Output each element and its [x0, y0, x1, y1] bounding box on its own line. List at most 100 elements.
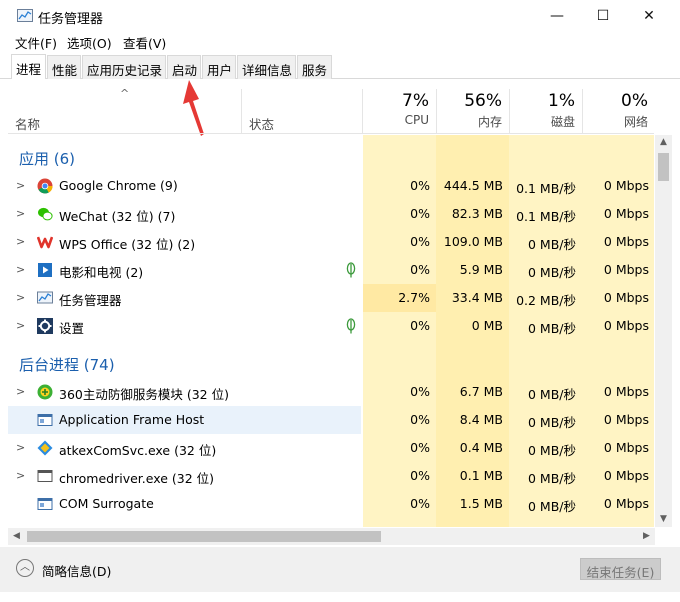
network-value: 0 Mbps [603, 318, 649, 333]
table-row[interactable]: > 设置 0% 0 MB 0 MB/秒 0 Mbps [8, 312, 654, 340]
group-header[interactable]: 应用 (6) [8, 143, 654, 171]
table-row[interactable]: > WeChat (32 位) (7) 0% 82.3 MB 0.1 MB/秒 … [8, 200, 654, 228]
expand-chevron-icon[interactable]: > [16, 319, 25, 332]
expand-chevron-icon[interactable]: > [16, 469, 25, 482]
cpu-value: 0% [410, 234, 430, 249]
tab-performance[interactable]: 性能 [47, 55, 81, 79]
tab-details[interactable]: 详细信息 [237, 55, 296, 79]
table-row[interactable]: COM Surrogate 0% 1.5 MB 0 MB/秒 0 Mbps [8, 490, 654, 518]
process-name: Google Chrome (9) [59, 178, 178, 193]
memory-value: 1.5 MB [459, 496, 503, 511]
disk-value: 0 MB/秒 [528, 265, 576, 280]
cpu-value: 0% [410, 318, 430, 333]
process-name: 电影和电视 (2) [59, 265, 144, 280]
expand-chevron-icon[interactable]: > [16, 441, 25, 454]
header-memory[interactable]: 56% 内存 [436, 89, 509, 134]
process-name: WeChat (32 位) (7) [59, 209, 176, 224]
scroll-left-icon[interactable]: ◀ [8, 528, 25, 545]
minimize-icon: — [550, 8, 564, 24]
tab-startup[interactable]: 启动 [167, 55, 201, 79]
network-value: 0 Mbps [603, 440, 649, 455]
memory-value: 6.7 MB [459, 384, 503, 399]
title-bar: 任务管理器 — ☐ ✕ [0, 0, 680, 32]
table-row[interactable]: Application Frame Host 0% 8.4 MB 0 MB/秒 … [8, 406, 654, 434]
scroll-right-icon[interactable]: ▶ [638, 528, 655, 545]
suspended-leaf-icon [346, 318, 356, 334]
group-label-background: 后台进程 (74) [19, 356, 115, 374]
expand-chevron-icon[interactable]: > [16, 179, 25, 192]
memory-value: 444.5 MB [443, 178, 503, 193]
disk-total-pct: 1% [548, 91, 575, 111]
column-header: ^ 名称 状态 7% CPU 56% 内存 1% 磁盘 0% 网络 [8, 87, 655, 134]
menu-options[interactable]: 选项(O) [67, 33, 112, 52]
tab-services[interactable]: 服务 [297, 55, 332, 79]
maximize-button[interactable]: ☐ [580, 0, 626, 32]
cpu-value: 0% [410, 178, 430, 193]
header-cpu[interactable]: 7% CPU [363, 89, 436, 134]
tab-app-history[interactable]: 应用历史记录 [82, 55, 166, 79]
close-button[interactable]: ✕ [626, 0, 672, 32]
network-value: 0 Mbps [603, 234, 649, 249]
network-value: 0 Mbps [603, 468, 649, 483]
expand-chevron-icon[interactable]: > [16, 235, 25, 248]
close-icon: ✕ [643, 8, 655, 24]
horizontal-scrollbar[interactable]: ◀ ▶ [8, 528, 655, 545]
scroll-up-icon[interactable]: ▲ [655, 135, 672, 151]
tab-users[interactable]: 用户 [202, 55, 236, 79]
task-manager-icon [37, 291, 53, 304]
memory-total-pct: 56% [464, 91, 502, 111]
memory-label: 内存 [477, 115, 502, 129]
disk-value: 0 MB/秒 [528, 415, 576, 430]
tab-processes[interactable]: 进程 [11, 54, 46, 79]
process-name: chromedriver.exe (32 位) [59, 471, 215, 486]
memory-value: 0 MB [471, 318, 503, 333]
menu-file[interactable]: 文件(F) [15, 33, 57, 52]
vertical-scroll-thumb[interactable] [658, 153, 669, 181]
vertical-scrollbar[interactable]: ▲ ▼ [655, 135, 672, 527]
maximize-icon: ☐ [596, 8, 610, 24]
table-row[interactable]: > WPS Office (32 位) (2) 0% 109.0 MB 0 MB… [8, 228, 654, 256]
group-header[interactable]: 后台进程 (74) [8, 349, 654, 377]
scroll-down-icon[interactable]: ▼ [655, 511, 672, 527]
disk-value: 0.2 MB/秒 [516, 293, 576, 308]
expand-chevron-icon[interactable]: > [16, 263, 25, 276]
horizontal-scroll-thumb[interactable] [27, 531, 381, 542]
network-label: 网络 [623, 115, 648, 129]
network-value: 0 Mbps [603, 384, 649, 399]
end-task-button[interactable]: 结束任务(E) [580, 558, 661, 580]
cpu-value: 0% [410, 206, 430, 221]
expand-chevron-icon[interactable]: > [16, 291, 25, 304]
cpu-label: CPU [404, 113, 429, 127]
cpu-value: 0% [410, 262, 430, 277]
console-icon [37, 470, 53, 482]
expand-chevron-icon[interactable]: > [16, 207, 25, 220]
header-status[interactable]: 状态 [249, 114, 274, 133]
menu-view[interactable]: 查看(V) [123, 33, 166, 52]
table-row[interactable]: > 任务管理器 2.7% 33.4 MB 0.2 MB/秒 0 Mbps [8, 284, 654, 312]
sort-ascending-icon[interactable]: ^ [120, 87, 129, 100]
table-row[interactable]: > 电影和电视 (2) 0% 5.9 MB 0 MB/秒 0 Mbps [8, 256, 654, 284]
table-row[interactable]: > 360主动防御服务模块 (32 位) 0% 6.7 MB 0 MB/秒 0 … [8, 378, 654, 406]
disk-value: 0 MB/秒 [528, 443, 576, 458]
header-disk[interactable]: 1% 磁盘 [509, 89, 582, 134]
process-name: WPS Office (32 位) (2) [59, 237, 196, 252]
memory-value: 82.3 MB [451, 206, 503, 221]
table-row[interactable]: > atkexComSvc.exe (32 位) 0% 0.4 MB 0 MB/… [8, 434, 654, 462]
minimize-button[interactable]: — [534, 0, 580, 32]
fewer-details-link[interactable]: 简略信息(D) [42, 561, 111, 580]
cpu-value: 0% [410, 384, 430, 399]
header-network[interactable]: 0% 网络 [582, 89, 655, 134]
chrome-icon [37, 178, 53, 194]
header-name[interactable]: 名称 [15, 114, 40, 133]
group-label-apps: 应用 (6) [19, 150, 76, 168]
network-value: 0 Mbps [603, 206, 649, 221]
header-divider [241, 89, 242, 134]
collapse-up-icon[interactable]: ︿ [16, 559, 34, 577]
menu-bar: 文件(F) 选项(O) 查看(V) [0, 32, 680, 52]
disk-value: 0 MB/秒 [528, 471, 576, 486]
table-row[interactable]: > Google Chrome (9) 0% 444.5 MB 0.1 MB/秒… [8, 172, 654, 200]
table-row[interactable]: > chromedriver.exe (32 位) 0% 0.1 MB 0 MB… [8, 462, 654, 490]
wechat-icon [38, 207, 53, 221]
expand-chevron-icon[interactable]: > [16, 385, 25, 398]
process-name: atkexComSvc.exe (32 位) [59, 443, 217, 458]
